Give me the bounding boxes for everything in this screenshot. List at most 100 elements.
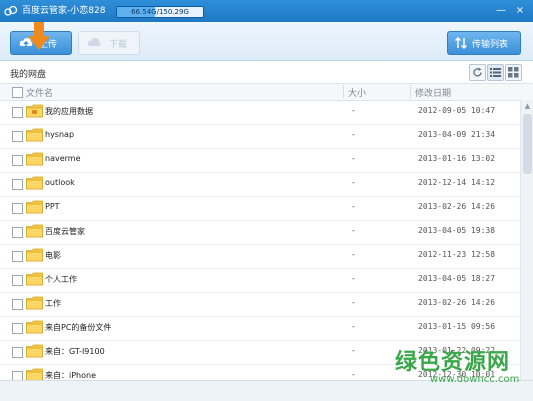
file-date: 2013-04-05 19:38 xyxy=(418,226,496,235)
file-size: - xyxy=(352,202,355,211)
column-divider xyxy=(343,85,344,98)
file-size: - xyxy=(352,154,355,163)
row-checkbox[interactable] xyxy=(12,347,23,358)
file-date: 2012-12-14 14:12 xyxy=(418,178,496,187)
file-date: 2012-09-05 10:47 xyxy=(418,106,496,115)
file-date: 2013-02-26 14:26 xyxy=(418,298,496,307)
file-row[interactable]: 百度云管家 - 2013-04-05 19:38 xyxy=(0,220,520,245)
scroll-up-arrow-icon[interactable]: ▲ xyxy=(523,102,532,111)
row-checkbox[interactable] xyxy=(12,371,23,380)
toolbar: 上传 下载 传输列表 xyxy=(0,22,533,61)
close-button[interactable]: × xyxy=(512,3,528,19)
folder-icon xyxy=(26,344,43,358)
row-checkbox[interactable] xyxy=(12,275,23,286)
file-row[interactable]: 我的应用数据 - 2012-09-05 10:47 xyxy=(0,100,520,125)
file-name[interactable]: 个人工作 xyxy=(45,274,77,285)
folder-icon xyxy=(26,368,43,380)
file-date: 2013-01-15 09:56 xyxy=(418,322,496,331)
file-name[interactable]: 工作 xyxy=(45,298,61,309)
grid-view-button[interactable] xyxy=(505,64,522,81)
column-header-date[interactable]: 修改日期 xyxy=(415,86,451,99)
file-date: 2013-04-05 18:27 xyxy=(418,274,496,283)
folder-icon xyxy=(26,200,43,214)
file-size: - xyxy=(352,226,355,235)
file-row[interactable]: 个人工作 - 2013-04-05 18:27 xyxy=(0,268,520,293)
file-row[interactable]: outlook - 2012-12-14 14:12 xyxy=(0,172,520,197)
file-size: - xyxy=(352,298,355,307)
cloud-logo-icon xyxy=(4,5,18,16)
list-view-icon xyxy=(490,68,501,77)
folder-icon xyxy=(26,296,43,310)
row-checkbox[interactable] xyxy=(12,227,23,238)
file-size: - xyxy=(352,178,355,187)
transfer-arrows-icon xyxy=(454,36,468,50)
app-folder-icon xyxy=(26,104,43,118)
row-checkbox[interactable] xyxy=(12,155,23,166)
folder-icon xyxy=(26,248,43,262)
file-size: - xyxy=(352,106,355,115)
list-view-button[interactable] xyxy=(487,64,504,81)
row-checkbox[interactable] xyxy=(12,107,23,118)
file-name[interactable]: 我的应用数据 xyxy=(45,106,93,117)
file-name[interactable]: naverme xyxy=(45,154,81,163)
file-size: - xyxy=(352,322,355,331)
vertical-scrollbar[interactable]: ▲ xyxy=(520,100,533,380)
file-name[interactable]: 来自：iPhone xyxy=(45,370,96,380)
file-name[interactable]: hysnap xyxy=(45,130,74,139)
file-row[interactable]: 来自PC的备份文件 - 2013-01-15 09:56 xyxy=(0,316,520,341)
file-row[interactable]: naverme - 2013-01-16 13:02 xyxy=(0,148,520,173)
file-date: 2013-01-16 13:02 xyxy=(418,154,496,163)
grid-view-icon xyxy=(508,67,519,78)
file-name[interactable]: 来自PC的备份文件 xyxy=(45,322,111,333)
file-size: - xyxy=(352,370,355,379)
app-title: 百度云管家-小恋828 xyxy=(22,6,106,16)
refresh-icon xyxy=(473,67,482,77)
download-button-label: 下载 xyxy=(109,40,128,50)
file-row[interactable]: 电影 - 2012-11-23 12:58 xyxy=(0,244,520,269)
file-date: 2013-02-26 14:26 xyxy=(418,202,496,211)
refresh-button[interactable] xyxy=(469,64,486,81)
download-button[interactable]: 下载 xyxy=(78,31,140,55)
file-row[interactable]: 工作 - 2013-02-26 14:26 xyxy=(0,292,520,317)
folder-icon xyxy=(26,272,43,286)
row-checkbox[interactable] xyxy=(12,203,23,214)
row-checkbox[interactable] xyxy=(12,179,23,190)
row-checkbox[interactable] xyxy=(12,323,23,334)
watermark-url: www.downcc.com xyxy=(430,374,520,385)
minimize-button[interactable]: — xyxy=(493,3,509,19)
file-size: - xyxy=(352,274,355,283)
row-checkbox[interactable] xyxy=(12,299,23,310)
transfer-list-label: 传输列表 xyxy=(472,40,509,50)
row-checkbox[interactable] xyxy=(12,251,23,262)
watermark-title: 绿色资源网 xyxy=(395,350,511,375)
file-row[interactable]: hysnap - 2013-04-09 21:34 xyxy=(0,124,520,149)
select-all-checkbox[interactable] xyxy=(12,87,23,98)
file-name[interactable]: 电影 xyxy=(45,250,61,261)
path-bar: 我的网盘 xyxy=(0,61,533,83)
cloud-download-icon xyxy=(87,38,101,46)
file-name[interactable]: 来自：GT-I9100 xyxy=(45,346,105,357)
file-list: 我的应用数据 - 2012-09-05 10:47 hysnap - 2013-04-09… xyxy=(0,100,520,380)
row-checkbox[interactable] xyxy=(12,131,23,142)
column-header-size[interactable]: 大小 xyxy=(348,86,366,99)
folder-icon xyxy=(26,320,43,334)
title-bar: 百度云管家-小恋828 66.54G/150.29G — × xyxy=(0,0,533,22)
file-row[interactable]: PPT - 2013-02-26 14:26 xyxy=(0,196,520,221)
folder-icon xyxy=(26,224,43,238)
file-date: 2013-04-09 21:34 xyxy=(418,130,496,139)
scroll-thumb[interactable] xyxy=(523,114,532,174)
column-header-name[interactable]: 文件名 xyxy=(26,86,53,99)
file-size: - xyxy=(352,130,355,139)
column-divider xyxy=(410,85,411,98)
current-folder-title: 我的网盘 xyxy=(10,70,47,80)
transfer-list-button[interactable]: 传输列表 xyxy=(447,31,521,55)
file-list-header: 文件名 大小 修改日期 xyxy=(0,83,533,101)
storage-quota-text: 66.54G/150.29G xyxy=(131,8,189,16)
file-name[interactable]: outlook xyxy=(45,178,75,187)
folder-icon xyxy=(26,176,43,190)
file-name[interactable]: 百度云管家 xyxy=(45,226,85,237)
storage-quota-bar: 66.54G/150.29G xyxy=(116,6,204,18)
arrow-down-icon xyxy=(28,22,50,50)
file-date: 2012-11-23 12:58 xyxy=(418,250,496,259)
file-name[interactable]: PPT xyxy=(45,202,60,211)
